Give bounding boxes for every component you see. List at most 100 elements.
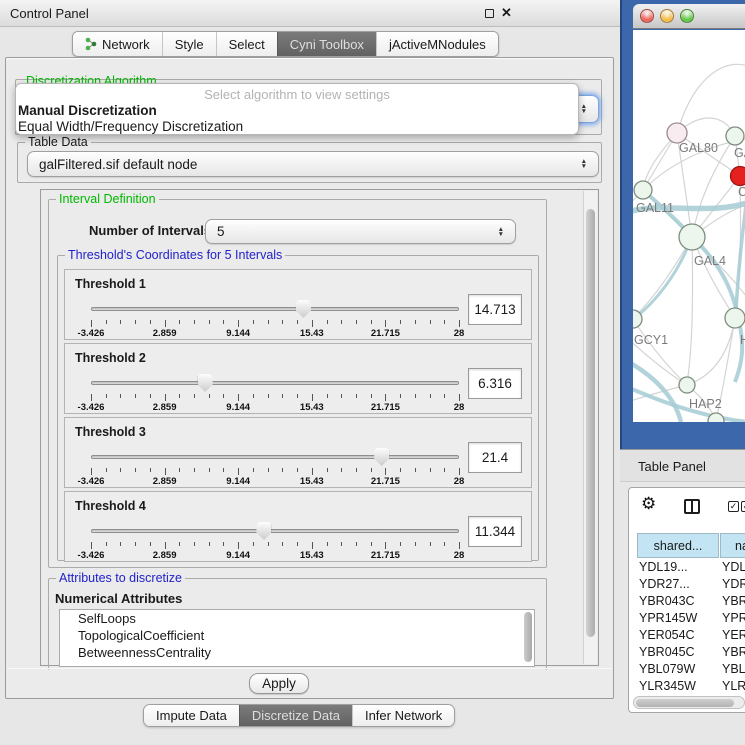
slider-thumb-icon[interactable] bbox=[374, 448, 389, 466]
algorithm-option-1[interactable]: Manual Discretization bbox=[18, 103, 157, 118]
table-data-combo[interactable]: galFiltered.sif default node ▲▼ bbox=[27, 151, 599, 177]
network-node-ga[interactable] bbox=[726, 127, 744, 145]
slider-tick bbox=[341, 320, 342, 324]
cell-name: YER0 bbox=[722, 628, 745, 642]
slider-tick bbox=[106, 320, 107, 324]
slider-tick bbox=[179, 320, 180, 324]
tab-network[interactable]: Network bbox=[73, 32, 162, 56]
threshold-slider[interactable]: -3.4262.8599.14415.4321.71528 bbox=[91, 448, 459, 482]
slider-thumb-icon[interactable] bbox=[256, 522, 271, 540]
numerical-attributes-list[interactable]: SelfLoopsTopologicalCoefficientBetweenne… bbox=[59, 609, 535, 667]
threshold-slider[interactable]: -3.4262.8599.14415.4321.71528 bbox=[91, 522, 459, 556]
number-of-intervals-value: 5 bbox=[217, 224, 225, 239]
slider-tick bbox=[312, 542, 313, 549]
table-row[interactable]: YPR145WYPR1 bbox=[629, 610, 745, 627]
threshold-slider[interactable]: -3.4262.8599.14415.4321.71528 bbox=[91, 374, 459, 408]
threshold-value-field[interactable]: 11.344 bbox=[468, 516, 522, 547]
table-row[interactable]: YER054CYER0 bbox=[629, 627, 745, 644]
slider-tick bbox=[268, 320, 269, 324]
tab-style[interactable]: Style bbox=[162, 32, 216, 56]
slider-tick bbox=[371, 542, 372, 546]
slider-track[interactable] bbox=[91, 381, 459, 385]
cell-shared-name: YDL19... bbox=[639, 560, 688, 574]
network-node-gal11[interactable] bbox=[634, 181, 652, 199]
threshold-value-field[interactable]: 14.713 bbox=[468, 294, 522, 325]
slider-tick bbox=[312, 468, 313, 475]
slider-track[interactable] bbox=[91, 455, 459, 459]
close-traffic-light-icon[interactable] bbox=[640, 9, 654, 23]
network-node-h[interactable] bbox=[725, 308, 745, 328]
number-of-intervals-combo[interactable]: 5 ▲▼ bbox=[205, 219, 516, 244]
slider-thumb-icon[interactable] bbox=[296, 300, 311, 318]
checkbox-icon[interactable]: ✓ bbox=[741, 501, 745, 512]
network-node-gal4[interactable] bbox=[679, 224, 705, 250]
columns-icon[interactable] bbox=[684, 499, 700, 514]
tab-cyni-toolbox[interactable]: Cyni Toolbox bbox=[277, 32, 376, 56]
slider-tick bbox=[327, 394, 328, 398]
slider-tick bbox=[415, 468, 416, 472]
network-node-hap2[interactable] bbox=[679, 377, 695, 393]
gear-icon[interactable]: ⚙ bbox=[641, 494, 656, 514]
slider-tick bbox=[459, 468, 460, 475]
close-icon[interactable]: ✕ bbox=[501, 5, 512, 21]
slider-tick bbox=[223, 394, 224, 398]
control-panel-header: Control Panel ✕ bbox=[0, 0, 620, 27]
slider-tick bbox=[297, 320, 298, 324]
tab-infer-network[interactable]: Infer Network bbox=[352, 705, 454, 726]
slider-tick bbox=[327, 320, 328, 324]
table-row[interactable]: YBR045CYBR0 bbox=[629, 644, 745, 661]
threshold-value-field[interactable]: 6.316 bbox=[468, 368, 522, 399]
minimize-traffic-light-icon[interactable] bbox=[660, 9, 674, 23]
network-node-label: H bbox=[740, 333, 745, 347]
apply-button[interactable]: Apply bbox=[249, 673, 309, 694]
slider-tick bbox=[459, 320, 460, 327]
attribute-item[interactable]: TopologicalCoefficient bbox=[60, 627, 534, 644]
network-node-gal80[interactable] bbox=[667, 123, 687, 143]
threshold-label: Threshold 1 bbox=[75, 277, 146, 291]
tab-select[interactable]: Select bbox=[216, 32, 277, 56]
select-columns-icons[interactable]: ✓ ✓ bbox=[728, 501, 745, 512]
zoom-traffic-light-icon[interactable] bbox=[680, 9, 694, 23]
network-canvas[interactable]: GAL80GACGAL11GAL4GCY1HHAP2 bbox=[633, 30, 745, 422]
tab-impute-data[interactable]: Impute Data bbox=[144, 705, 239, 726]
thresholds-group: Threshold's Coordinates for 5 Intervals … bbox=[57, 255, 539, 561]
tab-jactivemnodules[interactable]: jActiveMNodules bbox=[376, 32, 498, 56]
slider-tick-label: -3.426 bbox=[78, 402, 105, 413]
list-scrollbar[interactable] bbox=[523, 612, 533, 665]
attribute-item[interactable]: BetweennessCentrality bbox=[60, 644, 534, 661]
table-row[interactable]: YBL079WYBL0 bbox=[629, 661, 745, 678]
float-window-icon[interactable] bbox=[485, 9, 494, 18]
network-window-titlebar[interactable] bbox=[633, 4, 745, 29]
table-row[interactable]: YDL19...YDL1 bbox=[629, 559, 745, 576]
column-header-shared-name[interactable]: shared... bbox=[637, 533, 719, 558]
network-edge bbox=[692, 237, 735, 318]
screen: Control Panel ✕ NetworkStyleSelectCyni T… bbox=[0, 0, 745, 745]
slider-tick bbox=[165, 394, 166, 401]
tab-discretize-data[interactable]: Discretize Data bbox=[239, 705, 352, 726]
table-row[interactable]: YLR345WYLR3 bbox=[629, 678, 745, 695]
attribute-item[interactable]: SelfLoops bbox=[60, 610, 534, 627]
slider-tick bbox=[106, 542, 107, 546]
slider-track[interactable] bbox=[91, 529, 459, 533]
slider-tick-label: 28 bbox=[454, 550, 465, 561]
slider-tick bbox=[179, 542, 180, 546]
slider-tick bbox=[385, 542, 386, 549]
table-row[interactable]: YDR27...YDR2 bbox=[629, 576, 745, 593]
algorithm-option-2[interactable]: Equal Width/Frequency Discretization bbox=[18, 119, 243, 134]
slider-tick bbox=[223, 542, 224, 546]
network-node-c[interactable] bbox=[731, 167, 745, 186]
threshold-value-field[interactable]: 21.4 bbox=[468, 442, 522, 473]
slider-tick-label: 21.715 bbox=[371, 402, 400, 413]
settings-scrollbar[interactable] bbox=[583, 191, 597, 664]
slider-tick bbox=[282, 468, 283, 472]
slider-track[interactable] bbox=[91, 307, 459, 311]
threshold-slider[interactable]: -3.4262.8599.14415.4321.71528 bbox=[91, 300, 459, 334]
table-row[interactable]: YBR043CYBR0 bbox=[629, 593, 745, 610]
column-header-name[interactable]: na bbox=[720, 533, 745, 558]
slider-thumb-icon[interactable] bbox=[198, 374, 213, 392]
table-hscrollbar[interactable] bbox=[633, 696, 745, 709]
interval-definition-group: Interval Definition Number of Intervals … bbox=[48, 199, 547, 568]
cell-shared-name: YPR145W bbox=[639, 611, 697, 625]
checkbox-icon[interactable]: ✓ bbox=[728, 501, 739, 512]
slider-tick bbox=[400, 542, 401, 546]
